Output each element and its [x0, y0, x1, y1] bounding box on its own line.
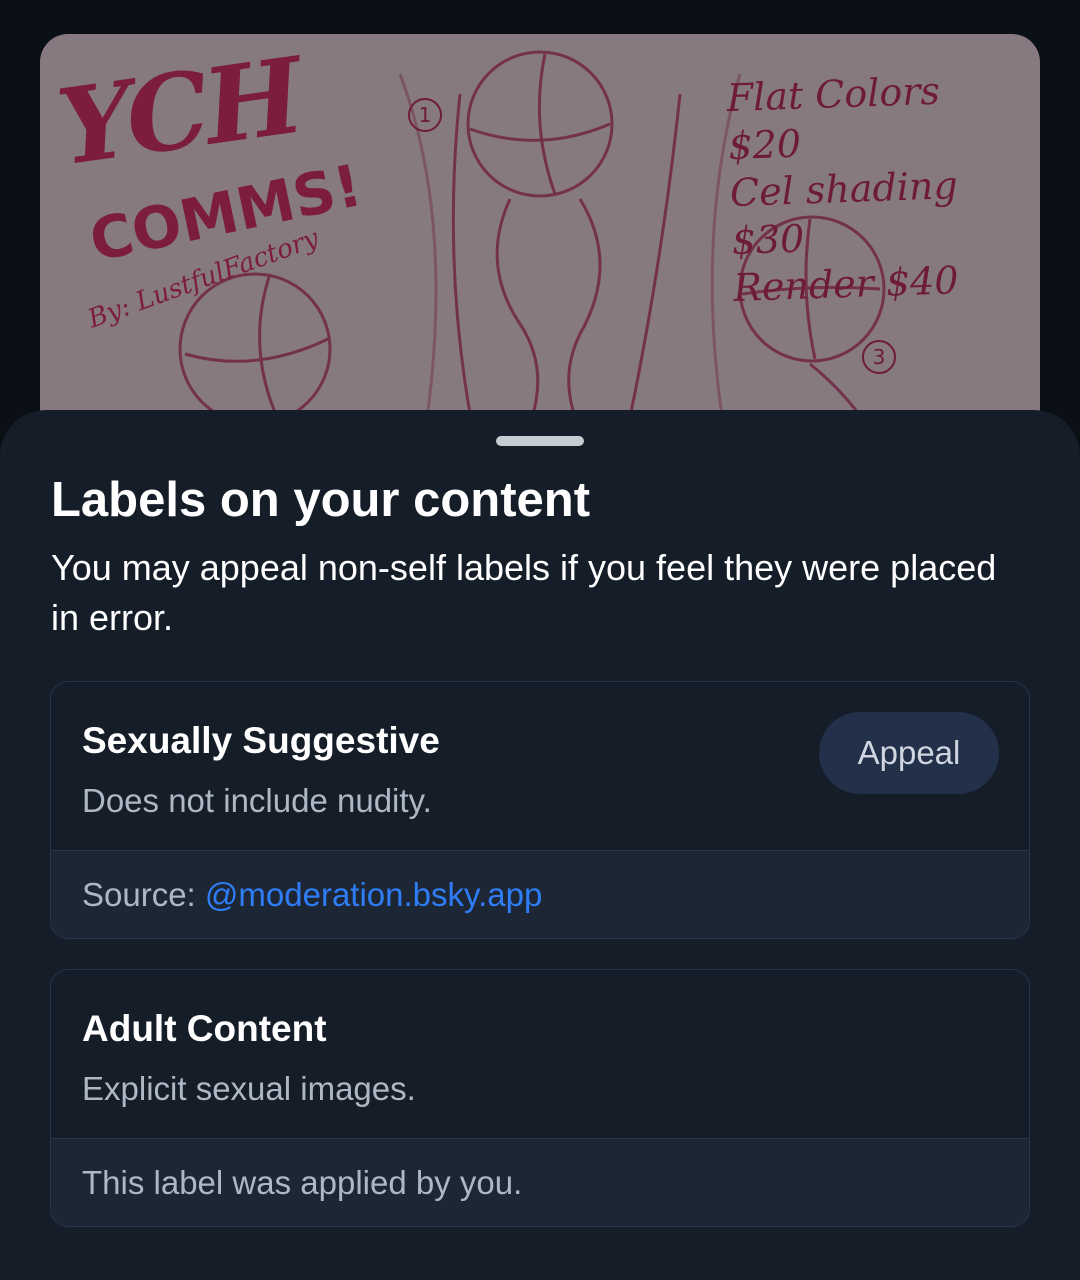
- label-card-sexually-suggestive: Sexually Suggestive Does not include nud…: [50, 681, 1030, 939]
- ych-title: YCH: [50, 34, 307, 190]
- label-name: Sexually Suggestive: [82, 720, 440, 761]
- price-render: Render $40: [732, 258, 960, 310]
- source-prefix: Source:: [82, 876, 205, 913]
- price-list: Flat Colors $20 Cel shading $30 Render $…: [726, 65, 1024, 312]
- price-cel-shading: Cel shading $30: [729, 163, 959, 263]
- price-flat-colors: Flat Colors $20: [725, 68, 941, 168]
- label-description: Explicit sexual images.: [82, 1070, 416, 1107]
- sheet-subtitle: You may appeal non-self labels if you fe…: [51, 547, 997, 638]
- sheet-title: Labels on your content: [51, 473, 591, 527]
- label-card-adult-content: Adult Content Explicit sexual images. Th…: [50, 969, 1030, 1227]
- label-name: Adult Content: [82, 1008, 327, 1049]
- source-handle-link[interactable]: @moderation.bsky.app: [205, 876, 542, 913]
- label-description: Does not include nudity.: [82, 782, 432, 819]
- label-self-applied-note: This label was applied by you.: [51, 1138, 1029, 1226]
- labels-bottom-sheet: Labels on your content You may appeal no…: [0, 410, 1080, 1280]
- sheet-drag-handle[interactable]: [496, 436, 584, 446]
- post-image[interactable]: YCH COMMS! By: LustfulFactory Flat Color…: [40, 34, 1040, 464]
- appeal-button[interactable]: Appeal: [819, 712, 999, 794]
- marker-1: 1: [408, 98, 442, 132]
- marker-3: 3: [862, 340, 896, 374]
- label-source: Source: @moderation.bsky.app: [51, 850, 1029, 938]
